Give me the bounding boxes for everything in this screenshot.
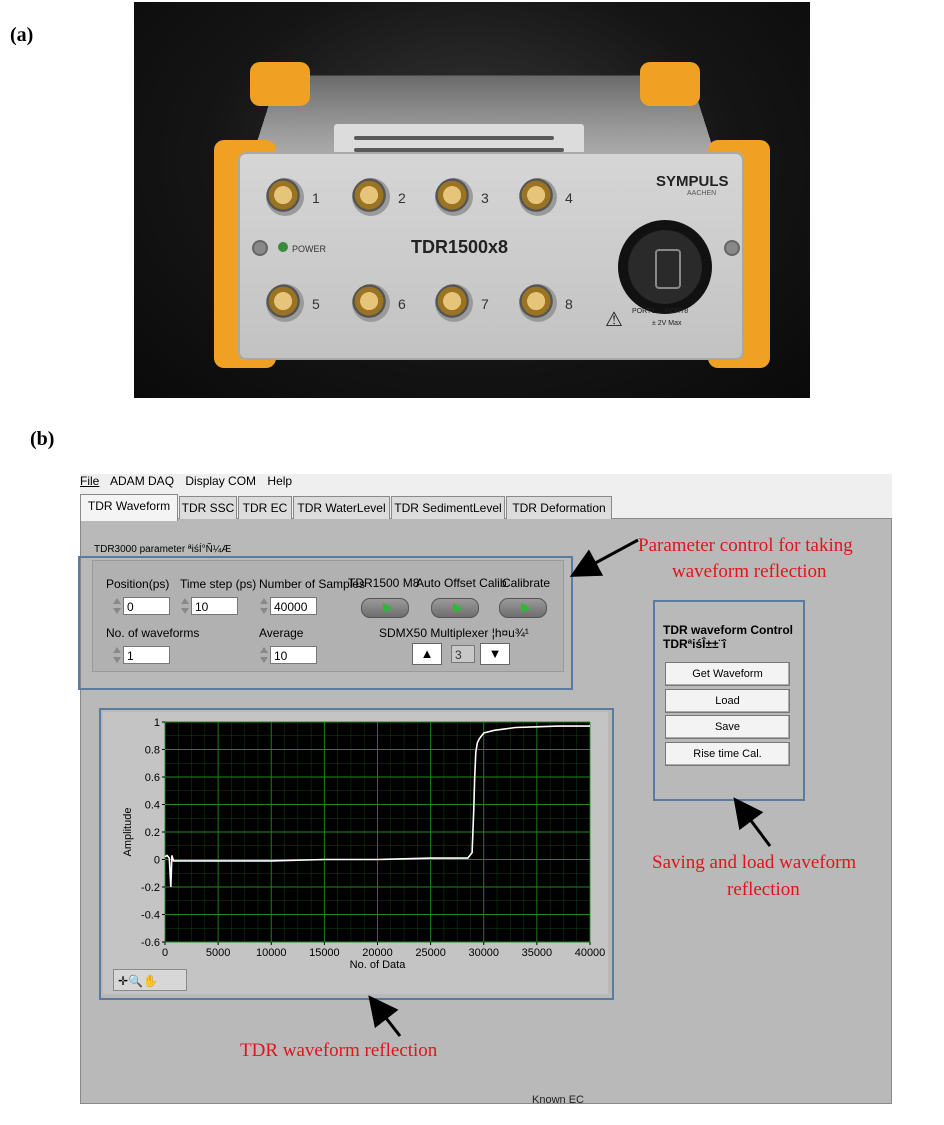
annotation-save-line1: Saving and load waveform bbox=[652, 852, 857, 873]
arrow-to-control bbox=[733, 797, 772, 847]
annotation-save-line2: reflection bbox=[727, 879, 800, 900]
arrow-to-graph bbox=[368, 995, 402, 1037]
annotation-waveform: TDR waveform reflection bbox=[240, 1040, 438, 1061]
annotation-parameter-line1: Parameter control for taking bbox=[638, 535, 853, 556]
arrow-to-parameters bbox=[569, 538, 639, 577]
tab-tdr-waveform[interactable]: TDR Waveform bbox=[80, 494, 178, 521]
annotation-parameter-line2: waveform reflection bbox=[672, 561, 827, 582]
